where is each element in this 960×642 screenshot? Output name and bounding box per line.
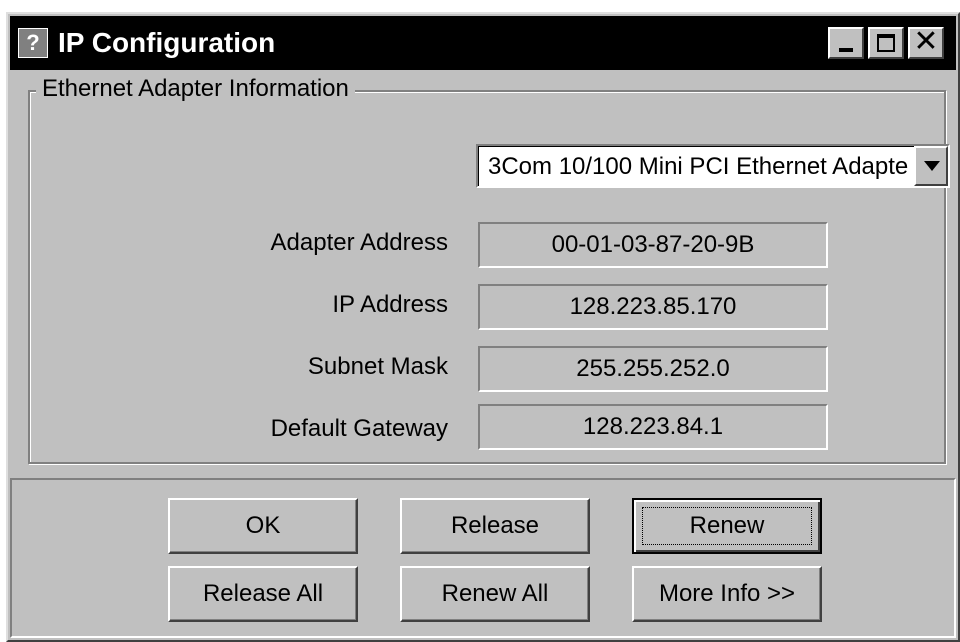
network-help-icon: ? xyxy=(18,28,48,58)
chevron-down-icon[interactable] xyxy=(914,146,948,186)
minimize-button[interactable] xyxy=(828,27,864,59)
adapter-address-value: 00-01-03-87-20-9B xyxy=(478,222,828,268)
default-gateway-value: 128.223.84.1 xyxy=(478,404,828,450)
ok-button[interactable]: OK xyxy=(168,498,358,554)
default-gateway-label: Default Gateway xyxy=(270,415,448,442)
ip-address-label: IP Address xyxy=(332,291,448,318)
renew-button-label: Renew xyxy=(642,507,812,545)
ip-configuration-window: ? IP Configuration ✕ Ethernet Adapter In… xyxy=(6,12,960,642)
renew-button[interactable]: Renew xyxy=(632,498,822,554)
adapter-select-value: 3Com 10/100 Mini PCI Ethernet Adapter xyxy=(488,153,908,180)
group-legend: Ethernet Adapter Information xyxy=(36,74,355,104)
adapter-select[interactable]: 3Com 10/100 Mini PCI Ethernet Adapter xyxy=(476,144,950,188)
adapter-info-group: Ethernet Adapter Information 3Com 10/100… xyxy=(28,74,950,464)
subnet-mask-value: 255.255.252.0 xyxy=(478,346,828,392)
adapter-address-label: Adapter Address xyxy=(270,229,448,256)
close-button[interactable]: ✕ xyxy=(908,25,944,59)
button-panel: OK Release Renew Release All Renew All M… xyxy=(10,478,956,638)
close-icon: ✕ xyxy=(913,25,939,58)
maximize-button[interactable] xyxy=(868,27,904,59)
window-title: IP Configuration xyxy=(58,27,276,58)
ip-address-value: 128.223.85.170 xyxy=(478,284,828,330)
title-bar[interactable]: ? IP Configuration ✕ xyxy=(10,16,956,70)
release-button[interactable]: Release xyxy=(400,498,590,554)
renew-all-button[interactable]: Renew All xyxy=(400,566,590,622)
subnet-mask-label: Subnet Mask xyxy=(307,353,448,380)
more-info-button[interactable]: More Info >> xyxy=(632,566,822,622)
release-all-button[interactable]: Release All xyxy=(168,566,358,622)
